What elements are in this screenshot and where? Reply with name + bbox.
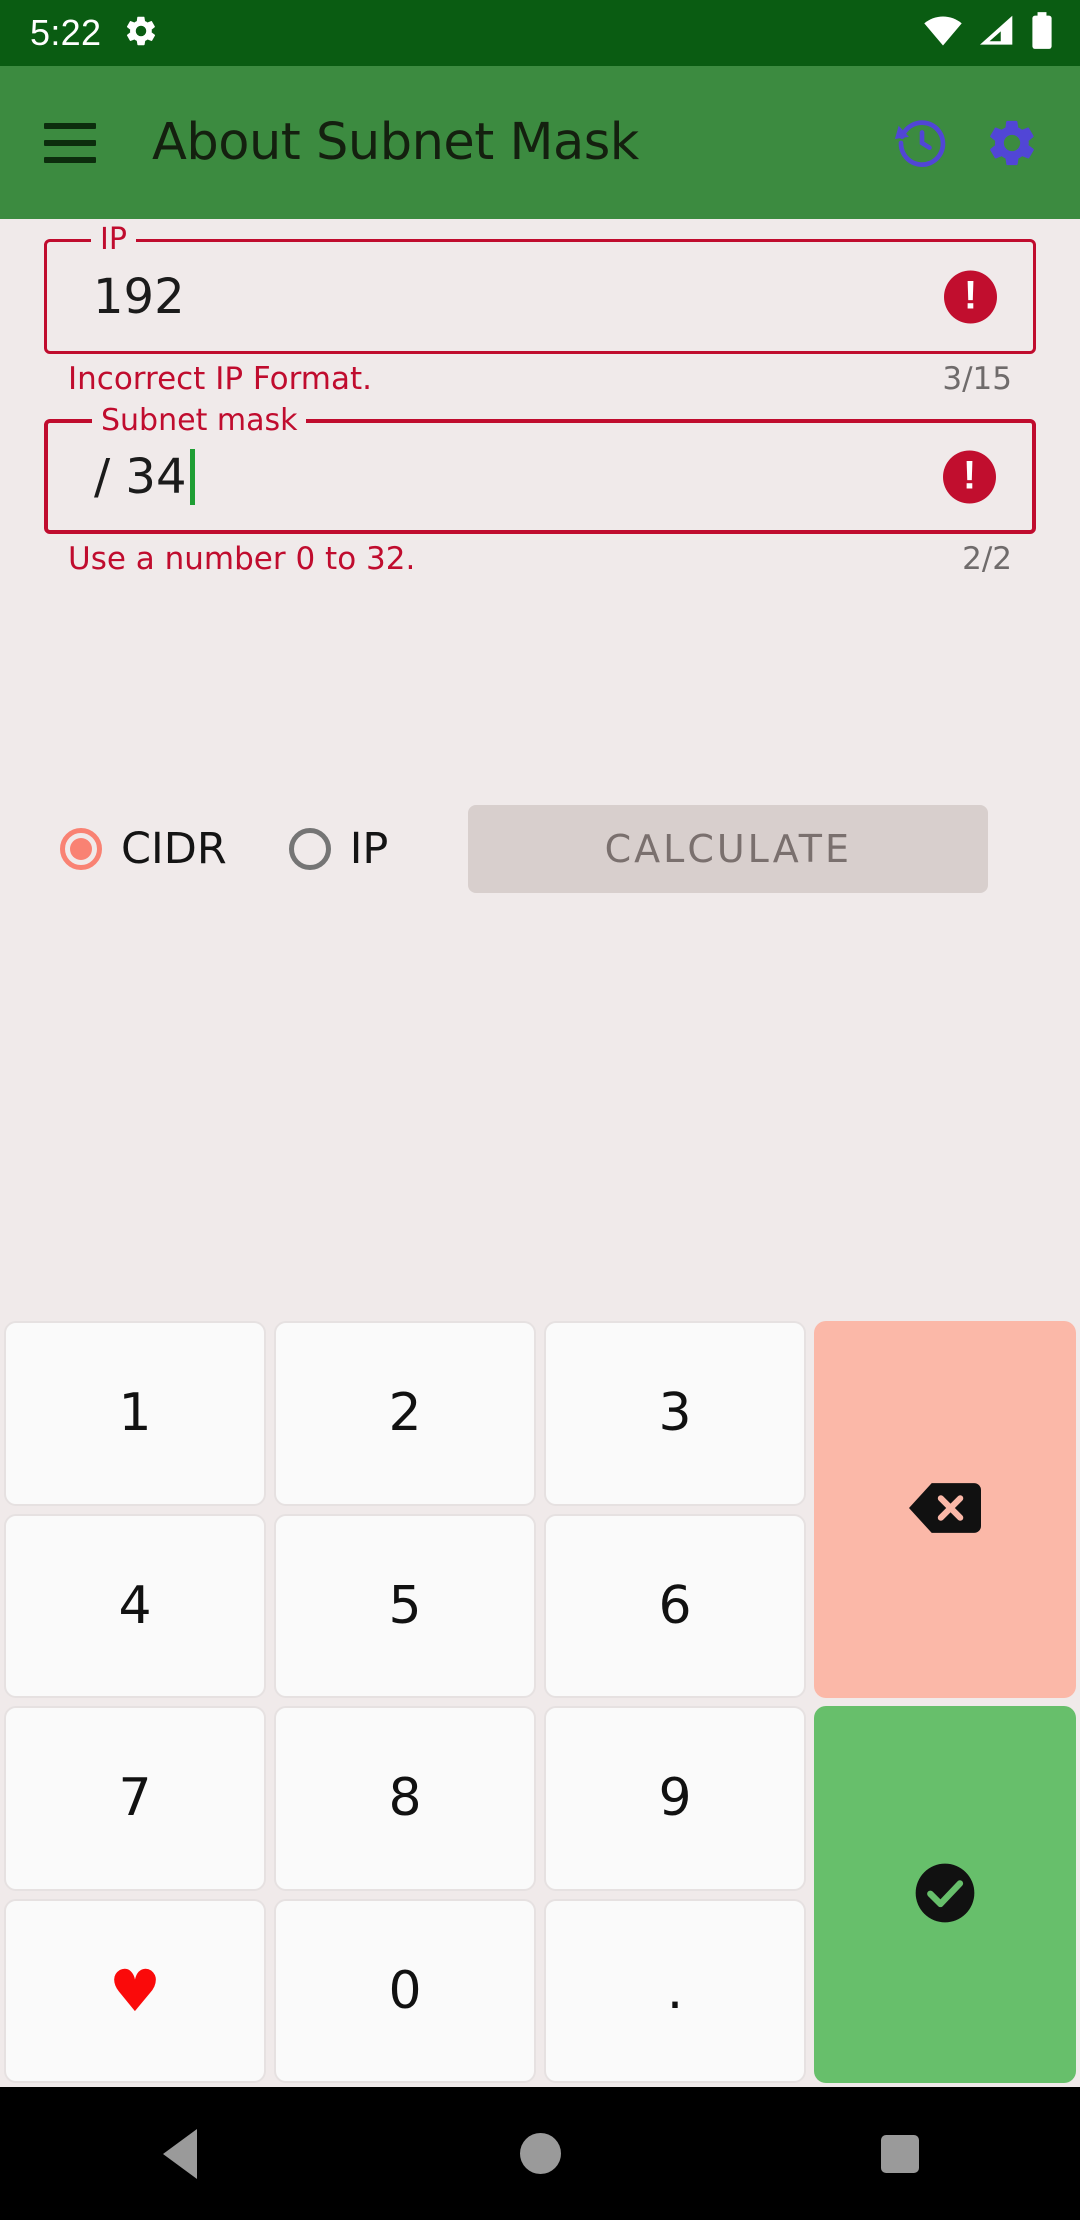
key-3[interactable]: 3 [544, 1321, 806, 1506]
backspace-icon [909, 1480, 981, 1540]
page-title: About Subnet Mask [152, 113, 639, 172]
key-label: 9 [658, 1768, 692, 1829]
status-bar-system-icons [922, 12, 1054, 54]
check-confirm-icon [913, 1861, 977, 1929]
key-5[interactable]: 5 [274, 1513, 536, 1698]
nav-recents-button[interactable] [840, 2094, 960, 2214]
app-bar-actions [894, 115, 1062, 171]
ip-field-helper-row: Incorrect IP Format. 3/15 [44, 361, 1036, 397]
key-label: 8 [388, 1768, 422, 1829]
exclamation-glyph: ! [962, 453, 977, 498]
radio-option-ip[interactable]: IP [288, 824, 389, 874]
subnet-mask-input[interactable]: Subnet mask / 34 ! [44, 404, 1036, 534]
error-exclamation-icon: ! [943, 450, 996, 503]
android-navigation-bar [0, 2087, 1080, 2220]
main-content: IP 192 ! Incorrect IP Format. 3/15 Subne… [0, 219, 1080, 1299]
status-bar: 5:22 [0, 0, 1080, 66]
wifi-icon [922, 14, 964, 52]
app-bar: About Subnet Mask [0, 66, 1080, 219]
hamburger-bar [44, 122, 96, 129]
nav-back-button[interactable] [120, 2094, 240, 2214]
recents-square-icon [881, 2134, 919, 2173]
subnet-mask-field-text: / 34 [94, 448, 187, 505]
key-label: 4 [118, 1575, 152, 1636]
ip-field-error-text: Incorrect IP Format. [68, 361, 372, 397]
hamburger-bar [44, 156, 96, 163]
text-cursor [189, 448, 195, 505]
key-7[interactable]: 7 [4, 1706, 266, 1891]
history-icon[interactable] [894, 115, 950, 171]
numeric-keypad: 1 2 3 4 5 6 7 8 9 ♥ 0 . [0, 1317, 1080, 2087]
confirm-key[interactable] [814, 1706, 1076, 2083]
key-8[interactable]: 8 [274, 1706, 536, 1891]
key-1[interactable]: 1 [4, 1321, 266, 1506]
key-label: 0 [388, 1960, 422, 2021]
key-label: 2 [388, 1383, 422, 1444]
radio-circle-icon [60, 828, 102, 870]
subnet-mask-error-text: Use a number 0 to 32. [68, 541, 416, 577]
exclamation-glyph: ! [963, 273, 978, 318]
subnet-mask-field-label: Subnet mask [92, 404, 307, 438]
key-9[interactable]: 9 [544, 1706, 806, 1891]
settings-gear-icon[interactable] [984, 115, 1040, 171]
radio-option-ip-label: IP [349, 824, 389, 874]
nav-home-button[interactable] [480, 2094, 600, 2214]
backspace-key[interactable] [814, 1321, 1076, 1698]
key-label: 3 [658, 1383, 692, 1444]
key-6[interactable]: 6 [544, 1513, 806, 1698]
subnet-mask-field-block: Subnet mask / 34 ! Use a number 0 to 32.… [44, 404, 1036, 577]
subnet-mask-field-value: / 34 [94, 448, 195, 505]
key-label: 5 [388, 1575, 422, 1636]
hamburger-menu-icon[interactable] [44, 122, 96, 163]
key-label: 6 [658, 1575, 692, 1636]
key-label: ♥ [109, 1956, 161, 2025]
ip-field-label: IP [91, 223, 136, 257]
key-2[interactable]: 2 [274, 1321, 536, 1506]
key-label: . [666, 1960, 684, 2021]
key-0[interactable]: 0 [274, 1898, 536, 2083]
key-4[interactable]: 4 [4, 1513, 266, 1698]
gear-icon [123, 13, 159, 53]
status-bar-notification-icons [123, 13, 159, 53]
radio-option-cidr[interactable]: CIDR [60, 824, 227, 874]
ip-field-block: IP 192 ! Incorrect IP Format. 3/15 [44, 223, 1036, 397]
key-label: 1 [118, 1383, 152, 1444]
calculate-button[interactable]: CALCULATE [468, 805, 989, 893]
radio-circle-icon [288, 828, 331, 870]
cell-signal-icon [978, 14, 1016, 52]
ip-field-value: 192 [93, 269, 185, 325]
subnet-mask-counter: 2/2 [962, 541, 1012, 577]
radio-option-cidr-label: CIDR [121, 824, 227, 874]
key-label: 7 [118, 1768, 152, 1829]
status-bar-clock: 5:22 [30, 12, 102, 53]
key-dot[interactable]: . [544, 1898, 806, 2083]
back-triangle-icon [163, 2128, 197, 2179]
ip-input[interactable]: IP 192 ! [44, 223, 1036, 354]
subnet-mask-helper-row: Use a number 0 to 32. 2/2 [44, 541, 1036, 577]
hamburger-bar [44, 139, 96, 146]
phone-screen: 5:22 About Subnet Mask IP 192 ! Incorrec… [0, 0, 1080, 2220]
error-exclamation-icon: ! [944, 270, 997, 323]
options-row: CIDR IP CALCULATE [0, 794, 1080, 904]
calculate-button-label: CALCULATE [604, 827, 852, 871]
home-circle-icon [519, 2133, 561, 2174]
ip-field-text: 192 [93, 268, 185, 325]
ip-field-counter: 3/15 [942, 361, 1012, 397]
radio-dot [70, 838, 92, 860]
battery-icon [1030, 12, 1054, 54]
radio-dot [299, 838, 321, 860]
key-favorite[interactable]: ♥ [4, 1898, 266, 2083]
